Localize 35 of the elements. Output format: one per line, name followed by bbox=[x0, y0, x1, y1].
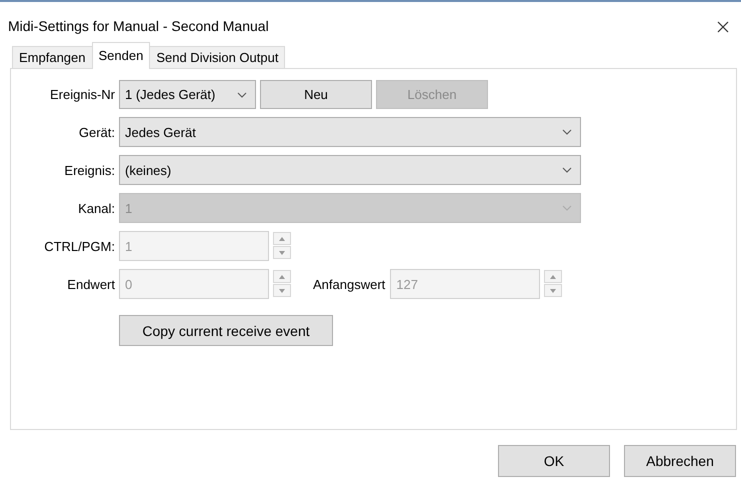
field-label: Ereignis-Nr bbox=[48, 86, 115, 104]
triangle-up-icon bbox=[279, 236, 285, 240]
spin-up-button[interactable] bbox=[273, 270, 291, 283]
spin-down-button[interactable] bbox=[544, 284, 562, 297]
push-button[interactable]: Neu bbox=[260, 80, 372, 109]
chevron-down-icon bbox=[562, 129, 572, 135]
chevron-down-icon bbox=[562, 205, 572, 211]
chevron-down-icon bbox=[562, 167, 572, 173]
tab[interactable]: Empfangen bbox=[12, 46, 92, 68]
field-label: Anfangswert bbox=[313, 276, 386, 294]
dialog-button[interactable]: Abbrechen bbox=[624, 445, 736, 477]
field-label: Endwert bbox=[66, 276, 115, 294]
spin-down-button[interactable] bbox=[273, 246, 291, 259]
triangle-down-icon bbox=[279, 288, 285, 292]
field-label: Ereignis: bbox=[63, 162, 115, 180]
field-label: CTRL/PGM: bbox=[43, 238, 115, 256]
spin-down-button[interactable] bbox=[273, 284, 291, 297]
chevron-down-icon bbox=[237, 92, 247, 98]
field-label: Gerät: bbox=[78, 124, 115, 142]
dropdown[interactable]: (keines) bbox=[119, 155, 581, 185]
close-icon[interactable] bbox=[717, 21, 729, 33]
copy-button[interactable]: Copy current receive event bbox=[119, 315, 333, 346]
field-label: Kanal: bbox=[77, 200, 115, 218]
triangle-up-icon bbox=[279, 274, 285, 278]
triangle-up-icon bbox=[550, 274, 556, 278]
spin-up-button[interactable] bbox=[273, 232, 291, 245]
tab[interactable]: Send Division Output bbox=[149, 46, 286, 68]
triangle-down-icon bbox=[550, 288, 556, 292]
dialog-button[interactable]: OK bbox=[498, 445, 610, 477]
tab[interactable]: Senden bbox=[92, 42, 150, 69]
spin-up-button[interactable] bbox=[544, 270, 562, 283]
dropdown[interactable]: Jedes Gerät bbox=[119, 117, 581, 147]
triangle-down-icon bbox=[279, 250, 285, 254]
window-title: Midi-Settings for Manual - Second Manual bbox=[8, 18, 269, 34]
dropdown[interactable]: 1 (Jedes Gerät) bbox=[119, 80, 256, 109]
